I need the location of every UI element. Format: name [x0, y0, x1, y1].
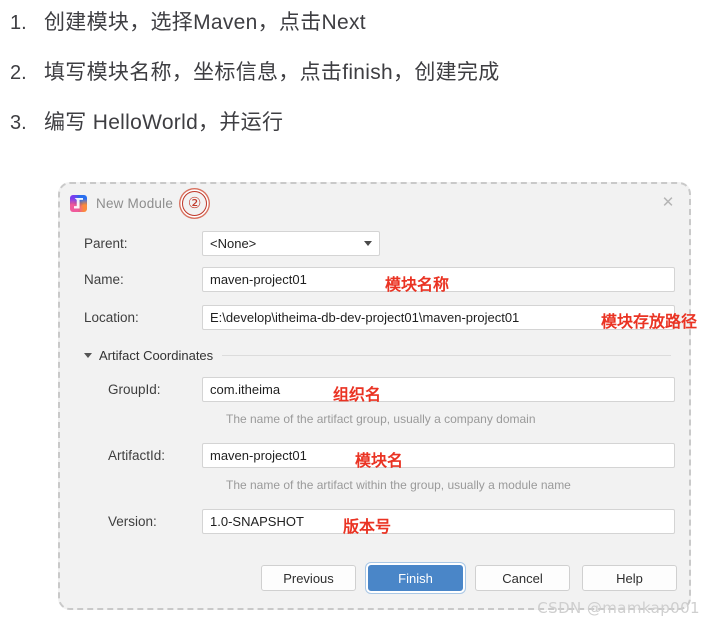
group-id-row: GroupId: com.itheima 组织名 [108, 370, 675, 408]
name-row: Name: maven-project01 模块名称 [84, 260, 675, 298]
close-icon[interactable]: ✕ [661, 195, 675, 210]
group-id-annotation: 组织名 [333, 384, 382, 404]
cancel-button[interactable]: Cancel [475, 565, 570, 591]
module-form: Parent: <None> Name: maven-project01 模块名… [60, 222, 697, 540]
parent-dropdown[interactable]: <None> [202, 230, 380, 256]
list-item-text: 编写 HelloWorld，并运行 [44, 111, 284, 134]
location-input[interactable]: E:\develop\itheima-db-dev-project01\mave… [202, 304, 697, 331]
step-annotation-badge: ② [182, 190, 208, 216]
dialog-button-bar: Previous Finish Cancel Help [261, 565, 677, 591]
chevron-down-icon [84, 352, 92, 358]
version-row: Version: 1.0-SNAPSHOT 版本号 [108, 502, 675, 540]
help-button[interactable]: Help [582, 565, 677, 591]
group-id-input[interactable]: com.itheima 组织名 [202, 376, 675, 404]
artifact-id-annotation: 模块名 [355, 450, 404, 470]
list-item-text: 填写模块名称，坐标信息，点击finish，创建完成 [44, 61, 500, 84]
list-item: 2. 填写模块名称，坐标信息，点击finish，创建完成 [10, 56, 708, 106]
list-item-number: 3. [10, 112, 27, 134]
instruction-list: 1. 创建模块，选择Maven，点击Next 2. 填写模块名称，坐标信息，点击… [0, 0, 708, 156]
name-value: maven-project01 [210, 271, 307, 287]
version-annotation: 版本号 [343, 516, 392, 536]
parent-value: <None> [210, 235, 257, 251]
parent-row: Parent: <None> [84, 226, 675, 260]
name-input[interactable]: maven-project01 模块名称 [202, 266, 675, 294]
divider [222, 354, 671, 356]
new-module-dialog: New Module ② ✕ Parent: <None> Name: mave… [58, 182, 697, 610]
artifact-id-label: ArtifactId: [108, 447, 166, 463]
artifact-coordinates-section-header[interactable]: Artifact Coordinates [84, 340, 675, 370]
dialog-title: New Module [96, 195, 174, 211]
artifact-coordinates-label: Artifact Coordinates [99, 347, 214, 363]
artifact-id-hint: The name of the artifact within the grou… [226, 478, 571, 492]
artifact-id-input[interactable]: maven-project01 模块名 [202, 442, 675, 470]
location-label: Location: [84, 309, 139, 325]
list-item-text: 创建模块，选择Maven，点击Next [44, 11, 366, 34]
location-annotation: 模块存放路径 [601, 311, 698, 331]
location-row: Location: E:\develop\itheima-db-dev-proj… [84, 298, 697, 336]
parent-label: Parent: [84, 235, 128, 251]
artifact-id-row: ArtifactId: maven-project01 模块名 [108, 436, 675, 474]
list-item: 1. 创建模块，选择Maven，点击Next [10, 6, 708, 56]
version-value: 1.0-SNAPSHOT [210, 513, 304, 529]
artifact-id-value: maven-project01 [210, 447, 307, 463]
group-id-label: GroupId: [108, 381, 161, 397]
watermark: CSDN @mamkap001 [537, 599, 700, 617]
artifact-coordinates-body: GroupId: com.itheima 组织名 The name of the… [84, 370, 675, 540]
location-value: E:\develop\itheima-db-dev-project01\mave… [210, 309, 520, 325]
group-id-value: com.itheima [210, 381, 281, 397]
chevron-down-icon [364, 240, 372, 246]
list-item-number: 2. [10, 62, 27, 84]
previous-button[interactable]: Previous [261, 565, 356, 591]
intellij-idea-icon [70, 194, 87, 212]
dialog-titlebar: New Module ② ✕ [60, 184, 689, 222]
name-annotation: 模块名称 [385, 274, 450, 294]
version-input[interactable]: 1.0-SNAPSHOT 版本号 [202, 508, 675, 536]
name-label: Name: [84, 271, 124, 287]
version-label: Version: [108, 513, 157, 529]
group-id-hint: The name of the artifact group, usually … [226, 412, 536, 426]
finish-button[interactable]: Finish [368, 565, 463, 591]
list-item: 3. 编写 HelloWorld，并运行 [10, 106, 708, 156]
list-item-number: 1. [10, 12, 27, 34]
